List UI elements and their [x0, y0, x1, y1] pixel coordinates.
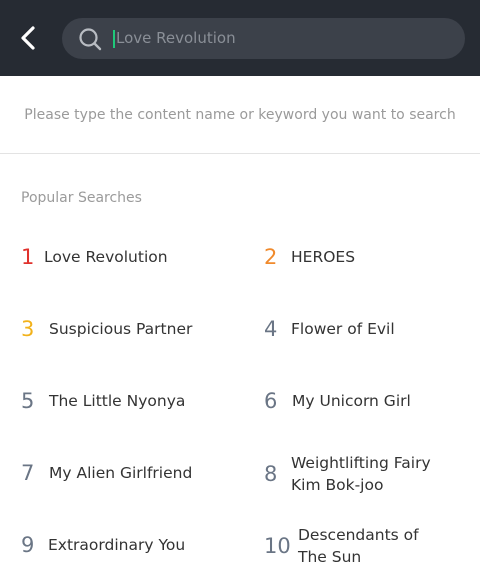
popular-item-5[interactable]: 5 The Little Nyonya — [21, 389, 241, 413]
popular-item-4[interactable]: 4 Flower of Evil — [264, 317, 480, 341]
search-bar[interactable] — [62, 18, 465, 59]
popular-item-8[interactable]: 8 Weightlifting Fairy Kim Bok-joo — [264, 452, 464, 496]
popular-item-2[interactable]: 2 HEROES — [264, 245, 480, 269]
search-icon — [79, 28, 102, 51]
popular-item-title: Extraordinary You — [48, 536, 186, 554]
popular-item-title: HEROES — [291, 248, 356, 266]
rank-number: 8 — [264, 462, 278, 486]
rank-number: 1 — [21, 245, 35, 269]
rank-number: 6 — [264, 389, 278, 413]
popular-item-10[interactable]: 10 Descendants of The Sun — [264, 524, 464, 568]
popular-item-7[interactable]: 7 My Alien Girlfriend — [21, 461, 241, 485]
popular-item-6[interactable]: 6 My Unicorn Girl — [264, 389, 480, 413]
rank-number: 10 — [264, 534, 291, 558]
popular-item-3[interactable]: 3 Suspicious Partner — [21, 317, 241, 341]
top-bar — [0, 0, 480, 76]
rank-number: 2 — [264, 245, 278, 269]
popular-searches-title: Popular Searches — [21, 190, 142, 206]
back-button[interactable] — [12, 22, 44, 54]
popular-item-title: My Alien Girlfriend — [49, 464, 193, 482]
popular-item-1[interactable]: 1 Love Revolution — [21, 245, 241, 269]
rank-number: 3 — [21, 317, 35, 341]
search-hint-text: Please type the content name or keyword … — [24, 107, 456, 123]
divider — [0, 153, 480, 154]
text-caret — [113, 30, 115, 48]
popular-item-title: Suspicious Partner — [49, 320, 193, 338]
popular-item-9[interactable]: 9 Extraordinary You — [21, 533, 241, 557]
popular-item-title: Weightlifting Fairy Kim Bok-joo — [291, 454, 431, 494]
rank-number: 7 — [21, 461, 35, 485]
rank-number: 5 — [21, 389, 35, 413]
popular-item-title: Descendants of The Sun — [298, 526, 419, 566]
popular-item-title: Love Revolution — [44, 248, 168, 266]
rank-number: 4 — [264, 317, 278, 341]
popular-item-title: Flower of Evil — [291, 320, 395, 338]
popular-item-title: My Unicorn Girl — [292, 392, 411, 410]
chevron-left-icon — [21, 26, 35, 50]
search-hint: Please type the content name or keyword … — [0, 76, 480, 154]
rank-number: 9 — [21, 533, 35, 557]
popular-item-title: The Little Nyonya — [49, 392, 186, 410]
search-input[interactable] — [116, 18, 446, 59]
